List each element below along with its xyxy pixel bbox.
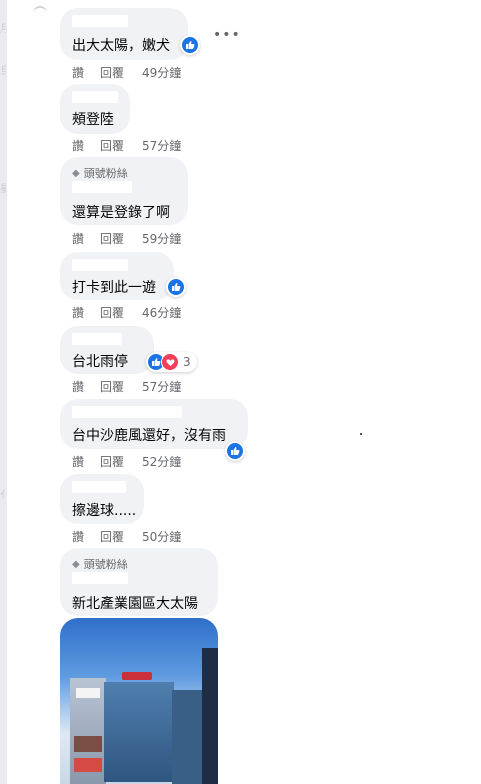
comment-bubble: 打卡到此一遊 <box>60 252 174 300</box>
photo-sign <box>74 758 102 772</box>
comment-actions: 讚 回覆 49分鐘 <box>72 64 181 81</box>
comment-text: 打卡到此一遊 <box>72 280 156 296</box>
like-button[interactable]: 讚 <box>72 64 100 81</box>
reaction-count: 3 <box>183 355 191 369</box>
photo-sign <box>122 672 152 680</box>
comment-text: 新北產業園區大太陽 <box>72 596 198 612</box>
commenter-name[interactable] <box>72 15 128 27</box>
commenter-name[interactable] <box>72 91 118 103</box>
comment-actions: 讚 回覆 46分鐘 <box>72 304 181 321</box>
comment-bubble: ◆ 頭號粉絲 還算是登錄了啊 <box>60 157 188 225</box>
timestamp[interactable]: 52分鐘 <box>142 453 181 470</box>
like-button[interactable]: 讚 <box>72 378 100 395</box>
comment-text: 還算是登錄了啊 <box>72 205 170 221</box>
commenter-name[interactable] <box>72 406 182 418</box>
love-icon <box>161 353 179 371</box>
comment-actions: 讚 回覆 57分鐘 <box>72 137 181 154</box>
stray-dot <box>360 433 362 435</box>
photo-sign <box>76 688 100 698</box>
top-fan-badge: ◆ 頭號粉絲 <box>72 167 128 180</box>
like-button[interactable]: 讚 <box>72 528 100 545</box>
like-button[interactable]: 讚 <box>72 304 100 321</box>
timestamp[interactable]: 49分鐘 <box>142 64 181 81</box>
reply-button[interactable]: 回覆 <box>100 378 142 395</box>
commenter-name[interactable] <box>72 181 132 193</box>
timestamp[interactable]: 50分鐘 <box>142 528 181 545</box>
comment-bubble: 擦邊球..... <box>60 474 144 524</box>
reply-button[interactable]: 回覆 <box>100 528 142 545</box>
reply-button[interactable]: 回覆 <box>100 453 142 470</box>
comment-actions: 讚 回覆 52分鐘 <box>72 453 181 470</box>
comment-actions: 讚 回覆 50分鐘 <box>72 528 181 545</box>
comment-text: 台中沙鹿風還好，沒有雨 <box>72 428 226 444</box>
comment-text: 頰登陸 <box>72 112 114 128</box>
like-button[interactable]: 讚 <box>72 453 100 470</box>
photo-building <box>202 648 218 784</box>
timestamp[interactable]: 57分鐘 <box>142 378 181 395</box>
comment-actions: 讚 回覆 57分鐘 <box>72 378 181 395</box>
photo-building <box>104 682 174 782</box>
photo-sign <box>74 736 102 752</box>
comment-actions: 讚 回覆 59分鐘 <box>72 230 181 247</box>
top-fan-badge: ◆ 頭號粉絲 <box>72 558 128 571</box>
more-options-icon[interactable]: ••• <box>213 27 241 43</box>
reaction-summary[interactable] <box>225 441 245 461</box>
like-icon <box>227 443 243 459</box>
commenter-name[interactable] <box>72 481 126 493</box>
comment-bubble: 出大太陽，嫩犬 <box>60 8 188 60</box>
timestamp[interactable]: 57分鐘 <box>142 137 181 154</box>
timestamp[interactable]: 46分鐘 <box>142 304 181 321</box>
comment-text: 擦邊球..... <box>72 503 137 519</box>
commenter-name[interactable] <box>72 333 122 345</box>
reply-button[interactable]: 回覆 <box>100 137 142 154</box>
comment-text: 台北雨停 <box>72 354 128 370</box>
timestamp[interactable]: 59分鐘 <box>142 230 181 247</box>
comment-bubble: ◆ 頭號粉絲 新北產業園區大太陽 <box>60 548 218 616</box>
comment-bubble: 台中沙鹿風還好，沒有雨 <box>60 399 248 449</box>
reaction-summary[interactable] <box>166 277 186 297</box>
comment-bubble: 頰登陸 <box>60 84 130 134</box>
left-page-edge: 月 旦 星 亻 <box>0 0 7 784</box>
reaction-summary[interactable] <box>180 35 200 55</box>
like-button[interactable]: 讚 <box>72 137 100 154</box>
like-button[interactable]: 讚 <box>72 230 100 247</box>
gem-icon: ◆ <box>72 167 80 179</box>
reply-button[interactable]: 回覆 <box>100 230 142 247</box>
commenter-name[interactable] <box>72 259 128 271</box>
reaction-summary[interactable]: 3 <box>146 352 197 372</box>
comment-photo[interactable] <box>60 618 218 784</box>
gem-icon: ◆ <box>72 558 80 570</box>
like-icon <box>168 279 184 295</box>
reply-button[interactable]: 回覆 <box>100 64 142 81</box>
photo-building <box>172 690 202 784</box>
commenter-name[interactable] <box>72 572 128 584</box>
comment-bubble: 台北雨停 <box>60 326 154 374</box>
comment-text: 出大太陽，嫩犬 <box>72 38 170 54</box>
like-icon <box>182 37 198 53</box>
avatar[interactable] <box>33 6 47 14</box>
reply-button[interactable]: 回覆 <box>100 304 142 321</box>
